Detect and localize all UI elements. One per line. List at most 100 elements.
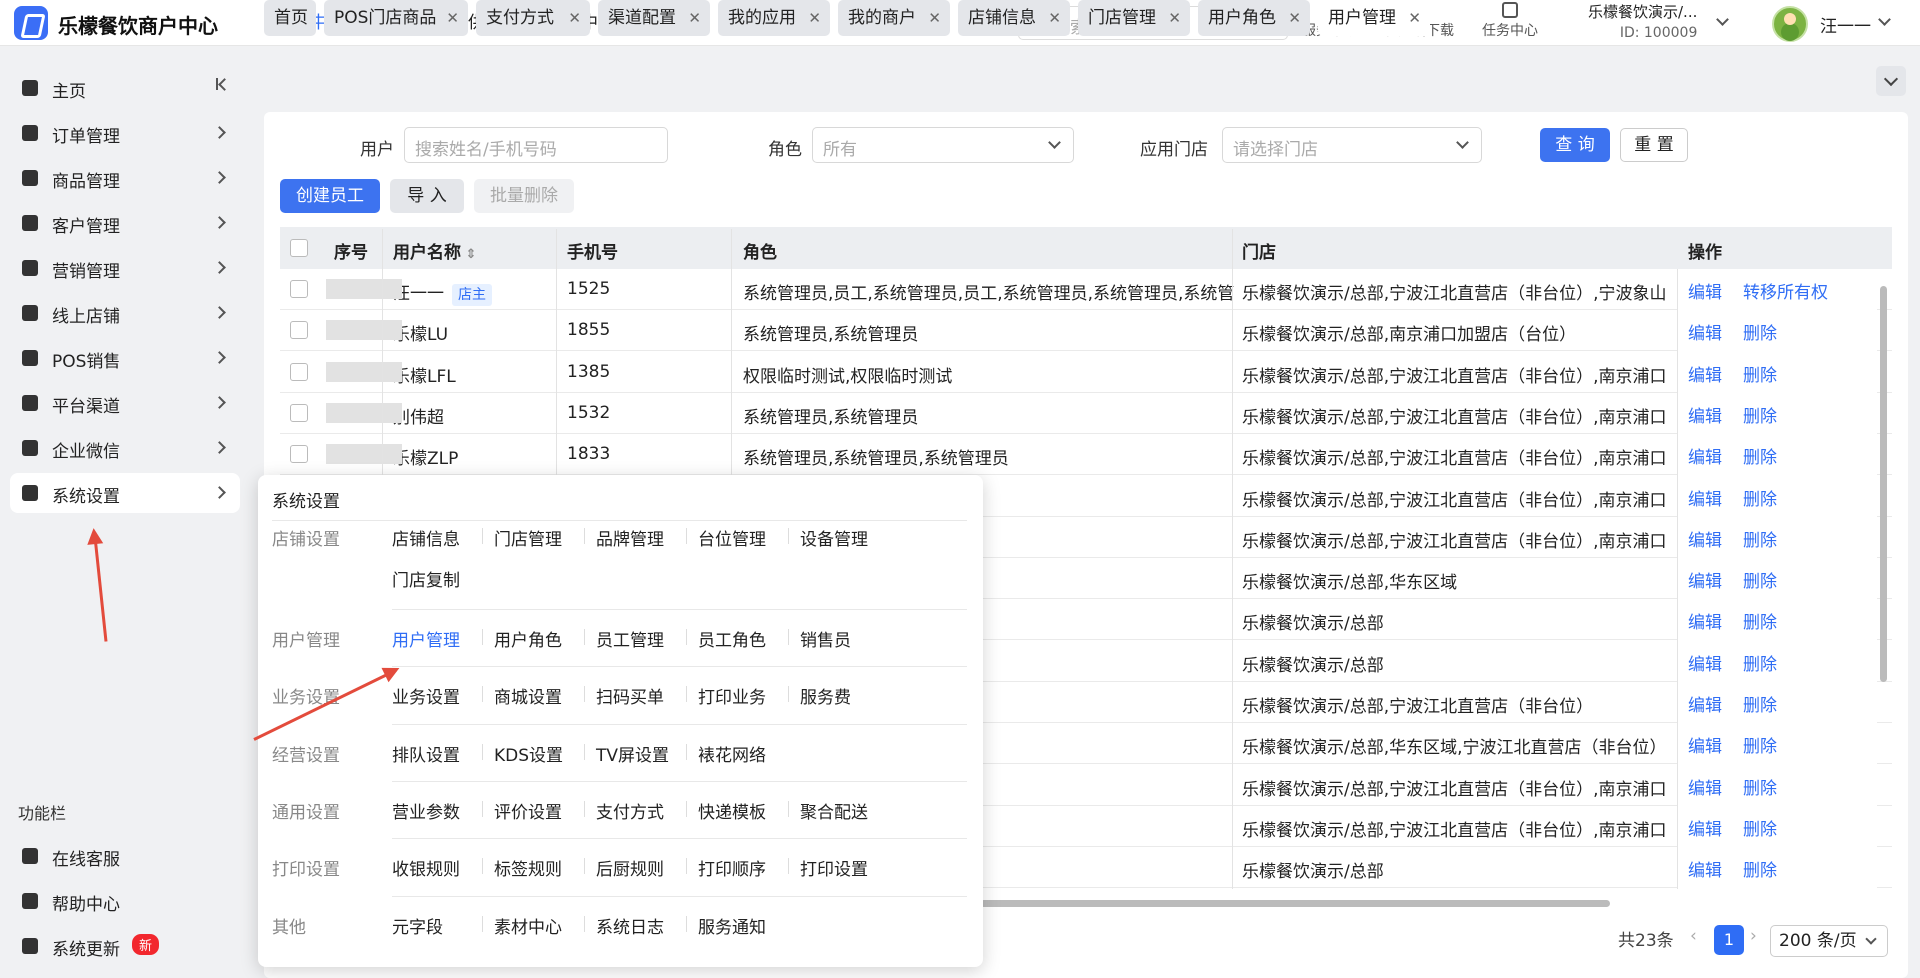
close-icon[interactable]: ✕ [1168, 0, 1181, 36]
flyout-menu-item[interactable]: TV屏设置 [596, 741, 669, 766]
tab-store-management[interactable]: 门店管理 ✕ [1078, 0, 1190, 36]
edit-link[interactable]: 编辑 [1688, 443, 1722, 468]
delete-link[interactable]: 删除 [1743, 567, 1777, 592]
flyout-menu-item[interactable]: 扫码买单 [596, 683, 664, 708]
edit-link[interactable]: 编辑 [1688, 526, 1722, 551]
close-icon[interactable]: ✕ [446, 0, 459, 36]
close-icon[interactable]: ✕ [928, 0, 941, 36]
column-header-username[interactable]: 用户名称 ⇕ [393, 238, 476, 263]
query-button[interactable]: 查 询 [1540, 128, 1610, 162]
tab-my-apps[interactable]: 我的应用 ✕ [718, 0, 830, 36]
user-search-input[interactable]: 搜索姓名/手机号码 [404, 127, 668, 163]
flyout-menu-item[interactable]: 用户角色 [494, 626, 562, 651]
row-checkbox[interactable] [290, 280, 308, 298]
delete-link[interactable]: 删除 [1743, 319, 1777, 344]
delete-link[interactable]: 删除 [1743, 691, 1777, 716]
prev-page-icon[interactable]: ‹ [1690, 926, 1697, 946]
sidebar-item-online-store[interactable]: 线上店铺 [10, 293, 240, 333]
tabs-more-button[interactable] [1876, 66, 1906, 96]
flyout-menu-item[interactable]: 商城设置 [494, 683, 562, 708]
flyout-menu-item[interactable]: 员工管理 [596, 626, 664, 651]
close-icon[interactable]: ✕ [688, 0, 701, 36]
flyout-menu-item[interactable]: 打印业务 [698, 683, 766, 708]
flyout-menu-item[interactable]: 服务费 [800, 683, 851, 708]
tab-user-roles[interactable]: 用户角色 ✕ [1198, 0, 1310, 36]
edit-link[interactable]: 编辑 [1688, 361, 1722, 386]
sidebar-item-marketing[interactable]: 营销管理 [10, 248, 240, 288]
flyout-menu-item[interactable]: 打印设置 [800, 855, 868, 880]
row-checkbox[interactable] [290, 445, 308, 463]
flyout-menu-item[interactable]: 标签规则 [494, 855, 562, 880]
flyout-menu-item[interactable]: 素材中心 [494, 913, 562, 938]
flyout-menu-item[interactable]: 用户管理 [392, 626, 460, 651]
delete-link[interactable]: 删除 [1743, 402, 1777, 427]
sidebar-item-home[interactable]: 主页 [10, 68, 240, 108]
next-page-icon[interactable]: › [1750, 926, 1757, 946]
flyout-menu-item[interactable]: 打印顺序 [698, 855, 766, 880]
close-icon[interactable]: ✕ [1048, 0, 1061, 36]
delete-link[interactable]: 删除 [1743, 815, 1777, 840]
flyout-menu-item[interactable]: 系统日志 [596, 913, 664, 938]
edit-link[interactable]: 编辑 [1688, 732, 1722, 757]
flyout-menu-item[interactable]: KDS设置 [494, 741, 563, 766]
reset-button[interactable]: 重 置 [1620, 128, 1688, 162]
row-checkbox[interactable] [290, 404, 308, 422]
edit-link[interactable]: 编辑 [1688, 650, 1722, 675]
edit-link[interactable]: 编辑 [1688, 278, 1722, 303]
sidebar-item-customers[interactable]: 客户管理 [10, 203, 240, 243]
flyout-menu-item[interactable]: 支付方式 [596, 798, 664, 823]
tab-pos-products[interactable]: POS门店商品 ✕ [324, 0, 468, 36]
close-icon[interactable]: ✕ [808, 0, 821, 36]
edit-link[interactable]: 编辑 [1688, 815, 1722, 840]
flyout-menu-item[interactable]: 店铺信息 [392, 525, 460, 550]
sidebar-item-system-update[interactable]: 系统更新 [10, 926, 240, 966]
delete-link[interactable]: 删除 [1743, 361, 1777, 386]
flyout-menu-item[interactable]: 门店管理 [494, 525, 562, 550]
edit-link[interactable]: 编辑 [1688, 608, 1722, 633]
transfer-ownership-link[interactable]: 转移所有权 [1743, 278, 1828, 303]
task-center-link[interactable]: 任务中心 [1482, 2, 1538, 40]
close-icon[interactable]: ✕ [1408, 0, 1421, 36]
flyout-menu-item[interactable]: 元字段 [392, 913, 443, 938]
tab-channel-config[interactable]: 渠道配置 ✕ [598, 0, 710, 36]
flyout-menu-item[interactable]: 业务设置 [392, 683, 460, 708]
store-select[interactable]: 请选择门店 [1222, 127, 1482, 163]
flyout-menu-item[interactable]: 排队设置 [392, 741, 460, 766]
flyout-menu-item[interactable]: 销售员 [800, 626, 851, 651]
flyout-menu-item[interactable]: 服务通知 [698, 913, 766, 938]
edit-link[interactable]: 编辑 [1688, 319, 1722, 344]
sidebar-item-system-settings[interactable]: 系统设置 [10, 473, 240, 513]
tenant-switcher[interactable]: 乐檬餐饮演示/... ID: 100009 [1588, 1, 1697, 41]
row-checkbox[interactable] [290, 321, 308, 339]
edit-link[interactable]: 编辑 [1688, 485, 1722, 510]
flyout-menu-item[interactable]: 裱花网络 [698, 741, 766, 766]
sidebar-item-wecom[interactable]: 企业微信 [10, 428, 240, 468]
flyout-menu-item[interactable]: 评价设置 [494, 798, 562, 823]
delete-link[interactable]: 删除 [1743, 856, 1777, 881]
flyout-menu-item[interactable]: 品牌管理 [596, 525, 664, 550]
edit-link[interactable]: 编辑 [1688, 856, 1722, 881]
horizontal-scrollbar[interactable] [980, 900, 1610, 907]
close-icon[interactable]: ✕ [568, 0, 581, 36]
edit-link[interactable]: 编辑 [1688, 567, 1722, 592]
flyout-menu-item[interactable]: 聚合配送 [800, 798, 868, 823]
tab-home[interactable]: 首页 [264, 0, 316, 36]
delete-link[interactable]: 删除 [1743, 443, 1777, 468]
tab-my-merchants[interactable]: 我的商户 ✕ [838, 0, 950, 36]
vertical-scrollbar[interactable] [1880, 286, 1887, 682]
sidebar-item-orders[interactable]: 订单管理 [10, 113, 240, 153]
chevron-down-icon[interactable] [1716, 13, 1729, 26]
flyout-menu-item[interactable]: 快递模板 [698, 798, 766, 823]
flyout-menu-item[interactable]: 门店复制 [392, 566, 460, 591]
flyout-menu-item[interactable]: 设备管理 [800, 525, 868, 550]
flyout-menu-item[interactable]: 后厨规则 [596, 855, 664, 880]
flyout-menu-item[interactable]: 收银规则 [392, 855, 460, 880]
flyout-menu-item[interactable]: 员工角色 [698, 626, 766, 651]
tab-payment-methods[interactable]: 支付方式 ✕ [476, 0, 590, 36]
import-button[interactable]: 导 入 [390, 179, 464, 213]
tab-store-info[interactable]: 店铺信息 ✕ [958, 0, 1070, 36]
chevron-down-icon[interactable] [1878, 13, 1891, 26]
page-1-button[interactable]: 1 [1714, 925, 1744, 955]
delete-link[interactable]: 删除 [1743, 485, 1777, 510]
edit-link[interactable]: 编辑 [1688, 774, 1722, 799]
